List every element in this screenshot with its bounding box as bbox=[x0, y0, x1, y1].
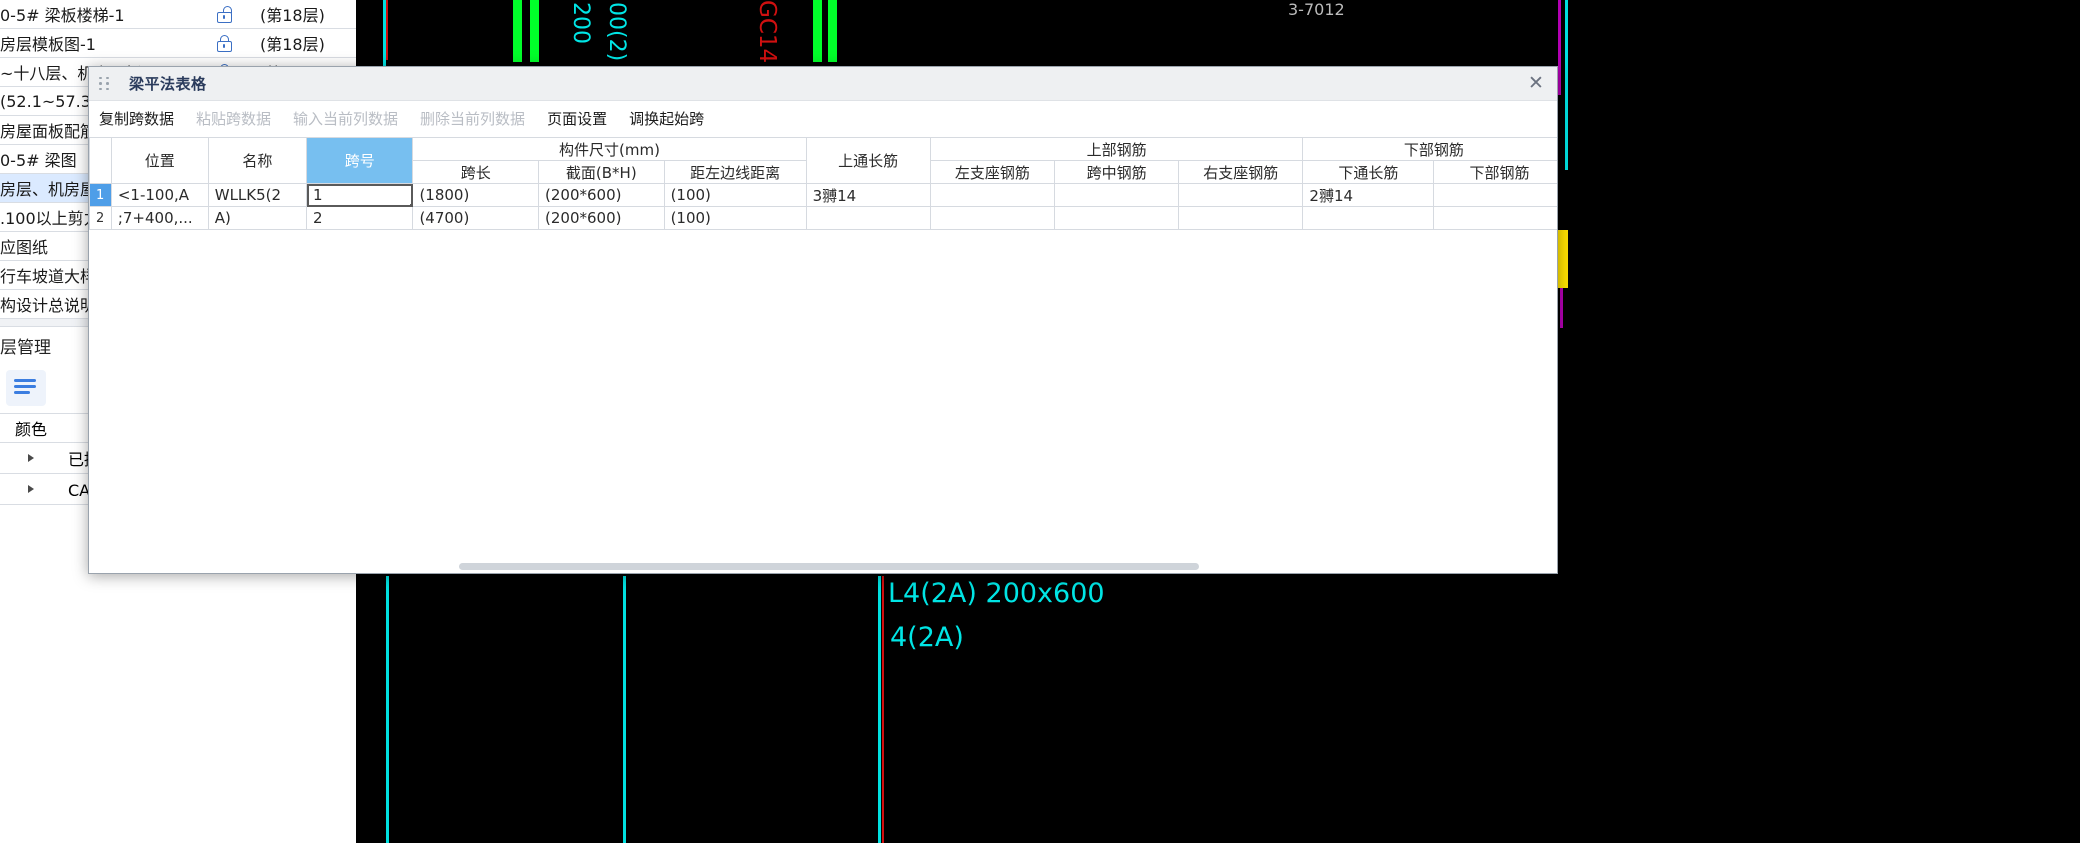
table-header-row-1: 位置名称跨号构件尺寸(mm)上通长筋上部钢筋下部钢筋侧面钢筋箍筋肢数 bbox=[89, 137, 1557, 184]
group-header-component-size: 构件尺寸(mm) bbox=[412, 137, 807, 161]
dialog-title-bar[interactable]: 梁平法表格 ✕ bbox=[89, 67, 1557, 101]
beam-table-dialog[interactable]: 梁平法表格 ✕ 复制跨数据 粘贴跨数据 输入当前列数据 删除当前列数据 页面设置 调换起始… bbox=[88, 66, 1558, 574]
menu-item-1[interactable]: 复制跨数据 bbox=[99, 108, 174, 129]
beam-table[interactable]: 位置名称跨号构件尺寸(mm)上通长筋上部钢筋下部钢筋侧面钢筋箍筋肢数跨长截面(B… bbox=[89, 137, 1557, 230]
table-row[interactable]: 2;7+400,...A)2(4700)(200*600)(100)(Ү6)䎔8… bbox=[89, 206, 1557, 230]
cell-右支座钢筋[interactable] bbox=[1178, 206, 1304, 230]
cell-跨中钢筋[interactable] bbox=[1053, 183, 1180, 207]
column-header-截面(B*H)[interactable]: 截面(B*H) bbox=[538, 160, 665, 184]
cell-下部钢筋[interactable] bbox=[1433, 206, 1557, 230]
cell-上通长筋[interactable] bbox=[805, 206, 931, 230]
cell-名称[interactable]: A) bbox=[207, 206, 308, 230]
column-header-下通长筋[interactable]: 下通长筋 bbox=[1302, 160, 1435, 184]
expand-triangle-icon[interactable] bbox=[0, 454, 62, 462]
column-header-下部钢筋[interactable]: 下部钢筋 bbox=[1433, 160, 1557, 184]
drawing-floor: (第18层) bbox=[260, 6, 325, 25]
column-header-右支座钢筋[interactable]: 右支座钢筋 bbox=[1178, 160, 1304, 184]
group-header-bottom-rebar: 下部钢筋 bbox=[1302, 137, 1557, 161]
drawing-list-item[interactable]: 房层模板图-1 (第18层) bbox=[0, 29, 356, 58]
drawing-list-item[interactable]: 0-5# 梁板楼梯-1 (第18层) bbox=[0, 0, 356, 29]
menu-item-6[interactable]: 调换起始跨 bbox=[629, 108, 704, 129]
dialog-menu-bar[interactable]: 复制跨数据 粘贴跨数据 输入当前列数据 删除当前列数据 页面设置 调换起始跨 bbox=[89, 101, 1557, 137]
drawing-floor: (第18层) bbox=[260, 35, 325, 54]
menu-item-4: 删除当前列数据 bbox=[420, 110, 526, 128]
cell-跨号[interactable]: 2 bbox=[305, 206, 414, 230]
cell-下通长筋[interactable] bbox=[1302, 206, 1435, 230]
row-number-cell[interactable]: 1 bbox=[89, 183, 112, 207]
group-header-top-rebar: 上部钢筋 bbox=[929, 137, 1304, 161]
cell-距左边线距离[interactable]: (100) bbox=[663, 183, 807, 207]
row-number-cell[interactable]: 2 bbox=[89, 206, 112, 230]
cad-beam-label: L4(2A) 200x600 bbox=[888, 578, 1105, 609]
column-header-名称[interactable]: 名称 bbox=[207, 137, 308, 184]
expand-triangle-icon[interactable] bbox=[0, 485, 62, 493]
cell-左支座钢筋[interactable] bbox=[929, 183, 1055, 207]
cell-左支座钢筋[interactable] bbox=[929, 206, 1055, 230]
cell-名称[interactable]: WLLK5(2 bbox=[207, 183, 308, 207]
cell-上通长筋[interactable]: 3䎔14 bbox=[805, 183, 931, 207]
column-header-距左边线距离[interactable]: 距左边线距离 bbox=[663, 160, 807, 184]
cell-右支座钢筋[interactable] bbox=[1178, 183, 1304, 207]
drawing-name: 房层模板图-1 bbox=[0, 35, 96, 54]
layers-icon-button[interactable] bbox=[6, 370, 46, 406]
column-header-跨号[interactable]: 跨号 bbox=[305, 137, 414, 184]
drawing-name: 0-5# 梁板楼梯-1 bbox=[0, 6, 125, 25]
table-row[interactable]: 1 <1-100,A WLLK5(2 1 (1800) (200*600) (100) 3䎔1… bbox=[89, 183, 1557, 207]
column-header-跨长[interactable]: 跨长 bbox=[412, 160, 540, 184]
cell-跨长[interactable]: (4700) bbox=[412, 206, 540, 230]
dialog-title: 梁平法表格 bbox=[129, 75, 207, 93]
menu-item-5[interactable]: 页面设置 bbox=[547, 108, 607, 129]
screen: 200 00(2) GC14 L4(2A) 200x600 4(2A) 3-70… bbox=[0, 0, 2080, 843]
beam-table-grid-container[interactable]: 位置名称跨号构件尺寸(mm)上通长筋上部钢筋下部钢筋侧面钢筋箍筋肢数跨长截面(B… bbox=[89, 137, 1557, 573]
column-header-左支座钢筋[interactable]: 左支座钢筋 bbox=[929, 160, 1055, 184]
cell-跨中钢筋[interactable] bbox=[1053, 206, 1180, 230]
column-header-位置[interactable]: 位置 bbox=[110, 137, 209, 184]
cell-下部钢筋[interactable] bbox=[1433, 183, 1557, 207]
menu-item-2: 粘贴跨数据 bbox=[196, 110, 272, 128]
layers-icon bbox=[14, 378, 38, 398]
menu-item-3: 输入当前列数据 bbox=[293, 110, 399, 128]
cell-截面(B*H)[interactable]: (200*600) bbox=[538, 183, 665, 207]
row-number-header bbox=[89, 137, 112, 184]
cell-跨号[interactable]: 1 bbox=[305, 183, 414, 207]
lock-open-icon[interactable] bbox=[196, 5, 252, 23]
cell-位置[interactable]: <1-100,A bbox=[110, 183, 209, 207]
scrollbar-thumb[interactable] bbox=[459, 563, 1199, 570]
column-header-top-through[interactable]: 上通长筋 bbox=[805, 137, 931, 184]
layer-color-column-header: 颜色 bbox=[14, 420, 47, 439]
cell-距左边线距离[interactable]: (100) bbox=[663, 206, 807, 230]
column-header-跨中钢筋[interactable]: 跨中钢筋 bbox=[1053, 160, 1180, 184]
lock-closed-icon[interactable] bbox=[196, 34, 252, 52]
cell-跨长[interactable]: (1800) bbox=[412, 183, 540, 207]
cell-下通长筋[interactable]: 2䎔14 bbox=[1302, 183, 1435, 207]
cell-截面(B*H)[interactable]: (200*600) bbox=[538, 206, 665, 230]
cell-位置[interactable]: ;7+400,... bbox=[110, 206, 209, 230]
horizontal-scrollbar[interactable] bbox=[89, 560, 1557, 573]
drag-grip-icon[interactable] bbox=[99, 76, 115, 91]
close-icon[interactable]: ✕ bbox=[1521, 69, 1551, 97]
